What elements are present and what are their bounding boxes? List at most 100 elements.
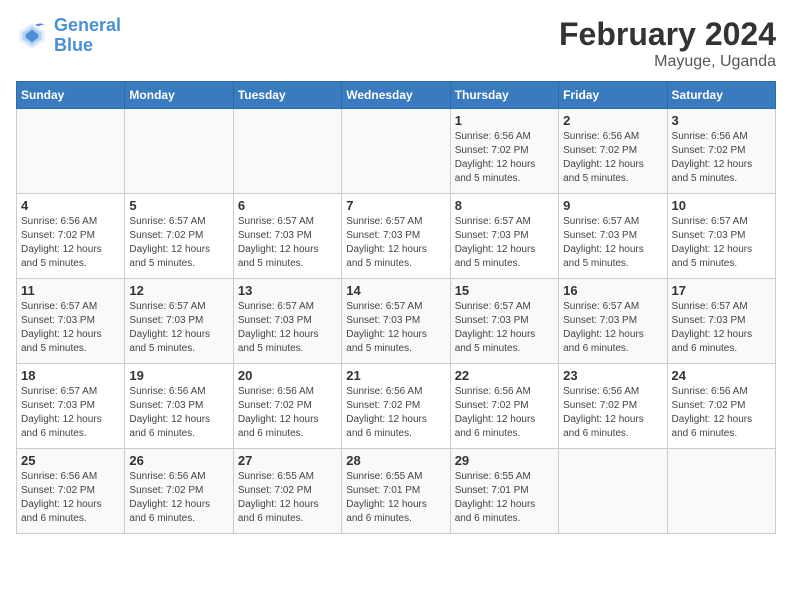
header-cell-thursday: Thursday [450,82,558,109]
day-number: 4 [21,198,120,213]
logo-text: General Blue [54,16,121,56]
day-info: Sunrise: 6:57 AM Sunset: 7:03 PM Dayligh… [563,215,662,271]
day-cell: 24 Sunrise: 6:56 AM Sunset: 7:02 PM Dayli… [667,364,775,449]
day-number: 14 [346,283,445,298]
header-row: SundayMondayTuesdayWednesdayThursdayFrid… [17,82,776,109]
day-cell: 17 Sunrise: 6:57 AM Sunset: 7:03 PM Dayli… [667,279,775,364]
day-cell: 26 Sunrise: 6:56 AM Sunset: 7:02 PM Dayli… [125,449,233,534]
day-number: 27 [238,453,337,468]
header-cell-friday: Friday [559,82,667,109]
day-number: 2 [563,113,662,128]
day-number: 13 [238,283,337,298]
day-number: 26 [129,453,228,468]
day-cell: 14 Sunrise: 6:57 AM Sunset: 7:03 PM Dayli… [342,279,450,364]
day-info: Sunrise: 6:57 AM Sunset: 7:03 PM Dayligh… [563,300,662,356]
day-number: 5 [129,198,228,213]
header-cell-saturday: Saturday [667,82,775,109]
day-info: Sunrise: 6:57 AM Sunset: 7:03 PM Dayligh… [672,215,771,271]
day-info: Sunrise: 6:57 AM Sunset: 7:03 PM Dayligh… [21,385,120,441]
day-cell: 13 Sunrise: 6:57 AM Sunset: 7:03 PM Dayli… [233,279,341,364]
logo: General Blue [16,16,121,56]
day-cell: 15 Sunrise: 6:57 AM Sunset: 7:03 PM Dayli… [450,279,558,364]
logo-line2: Blue [54,35,93,55]
day-info: Sunrise: 6:57 AM Sunset: 7:03 PM Dayligh… [238,215,337,271]
day-info: Sunrise: 6:57 AM Sunset: 7:03 PM Dayligh… [21,300,120,356]
day-info: Sunrise: 6:56 AM Sunset: 7:02 PM Dayligh… [238,385,337,441]
day-cell: 11 Sunrise: 6:57 AM Sunset: 7:03 PM Dayli… [17,279,125,364]
day-info: Sunrise: 6:56 AM Sunset: 7:02 PM Dayligh… [563,385,662,441]
day-cell: 1 Sunrise: 6:56 AM Sunset: 7:02 PM Daylig… [450,109,558,194]
day-info: Sunrise: 6:55 AM Sunset: 7:01 PM Dayligh… [346,470,445,526]
day-cell [342,109,450,194]
logo-icon [16,20,48,52]
day-cell: 10 Sunrise: 6:57 AM Sunset: 7:03 PM Dayli… [667,194,775,279]
day-info: Sunrise: 6:56 AM Sunset: 7:02 PM Dayligh… [563,130,662,186]
day-cell: 18 Sunrise: 6:57 AM Sunset: 7:03 PM Dayli… [17,364,125,449]
day-info: Sunrise: 6:56 AM Sunset: 7:02 PM Dayligh… [346,385,445,441]
logo-line1: General [54,15,121,35]
day-cell: 6 Sunrise: 6:57 AM Sunset: 7:03 PM Daylig… [233,194,341,279]
location: Mayuge, Uganda [559,53,776,71]
day-info: Sunrise: 6:56 AM Sunset: 7:02 PM Dayligh… [672,385,771,441]
day-cell: 5 Sunrise: 6:57 AM Sunset: 7:02 PM Daylig… [125,194,233,279]
day-info: Sunrise: 6:56 AM Sunset: 7:03 PM Dayligh… [129,385,228,441]
day-cell: 21 Sunrise: 6:56 AM Sunset: 7:02 PM Dayli… [342,364,450,449]
day-cell [667,449,775,534]
day-number: 8 [455,198,554,213]
header-cell-monday: Monday [125,82,233,109]
day-cell [559,449,667,534]
calendar-table: SundayMondayTuesdayWednesdayThursdayFrid… [16,81,776,534]
header-cell-sunday: Sunday [17,82,125,109]
day-cell: 3Sunrise: 6:56 AM Sunset: 7:02 PM Daylig… [667,109,775,194]
day-number: 28 [346,453,445,468]
day-number: 20 [238,368,337,383]
day-number: 16 [563,283,662,298]
day-cell: 9 Sunrise: 6:57 AM Sunset: 7:03 PM Daylig… [559,194,667,279]
week-row-0: 1 Sunrise: 6:56 AM Sunset: 7:02 PM Daylig… [17,109,776,194]
month-title: February 2024 [559,16,776,53]
day-cell: 27Sunrise: 6:55 AM Sunset: 7:02 PM Dayli… [233,449,341,534]
day-number: 29 [455,453,554,468]
day-number: 17 [672,283,771,298]
day-info: Sunrise: 6:56 AM Sunset: 7:02 PM Dayligh… [129,470,228,526]
day-info: Sunrise: 6:57 AM Sunset: 7:03 PM Dayligh… [238,300,337,356]
day-number: 11 [21,283,120,298]
day-cell: 29 Sunrise: 6:55 AM Sunset: 7:01 PM Dayli… [450,449,558,534]
day-number: 1 [455,113,554,128]
day-number: 10 [672,198,771,213]
day-info: Sunrise: 6:56 AM Sunset: 7:02 PM Dayligh… [21,215,120,271]
day-info: Sunrise: 6:57 AM Sunset: 7:03 PM Dayligh… [672,300,771,356]
day-number: 25 [21,453,120,468]
day-info: Sunrise: 6:56 AM Sunset: 7:02 PM Dayligh… [21,470,120,526]
day-info: Sunrise: 6:56 AM Sunset: 7:02 PM Dayligh… [455,130,554,186]
day-number: 7 [346,198,445,213]
day-info: Sunrise: 6:57 AM Sunset: 7:03 PM Dayligh… [455,300,554,356]
day-cell: 23Sunrise: 6:56 AM Sunset: 7:02 PM Dayli… [559,364,667,449]
day-number: 24 [672,368,771,383]
day-number: 6 [238,198,337,213]
day-info: Sunrise: 6:57 AM Sunset: 7:03 PM Dayligh… [346,300,445,356]
day-cell [17,109,125,194]
day-cell [125,109,233,194]
day-number: 9 [563,198,662,213]
day-info: Sunrise: 6:57 AM Sunset: 7:02 PM Dayligh… [129,215,228,271]
day-number: 19 [129,368,228,383]
page-header: General Blue February 2024 Mayuge, Ugand… [16,16,776,71]
week-row-4: 25 Sunrise: 6:56 AM Sunset: 7:02 PM Dayli… [17,449,776,534]
day-cell: 16 Sunrise: 6:57 AM Sunset: 7:03 PM Dayli… [559,279,667,364]
day-number: 18 [21,368,120,383]
day-number: 12 [129,283,228,298]
day-info: Sunrise: 6:57 AM Sunset: 7:03 PM Dayligh… [346,215,445,271]
day-number: 22 [455,368,554,383]
title-block: February 2024 Mayuge, Uganda [559,16,776,71]
day-cell: 4 Sunrise: 6:56 AM Sunset: 7:02 PM Daylig… [17,194,125,279]
day-info: Sunrise: 6:57 AM Sunset: 7:03 PM Dayligh… [455,215,554,271]
day-number: 15 [455,283,554,298]
day-cell: 28 Sunrise: 6:55 AM Sunset: 7:01 PM Dayli… [342,449,450,534]
day-info: Sunrise: 6:55 AM Sunset: 7:01 PM Dayligh… [455,470,554,526]
header-cell-wednesday: Wednesday [342,82,450,109]
day-number: 3 [672,113,771,128]
day-cell: 2 Sunrise: 6:56 AM Sunset: 7:02 PM Daylig… [559,109,667,194]
day-cell: 8 Sunrise: 6:57 AM Sunset: 7:03 PM Daylig… [450,194,558,279]
day-number: 21 [346,368,445,383]
